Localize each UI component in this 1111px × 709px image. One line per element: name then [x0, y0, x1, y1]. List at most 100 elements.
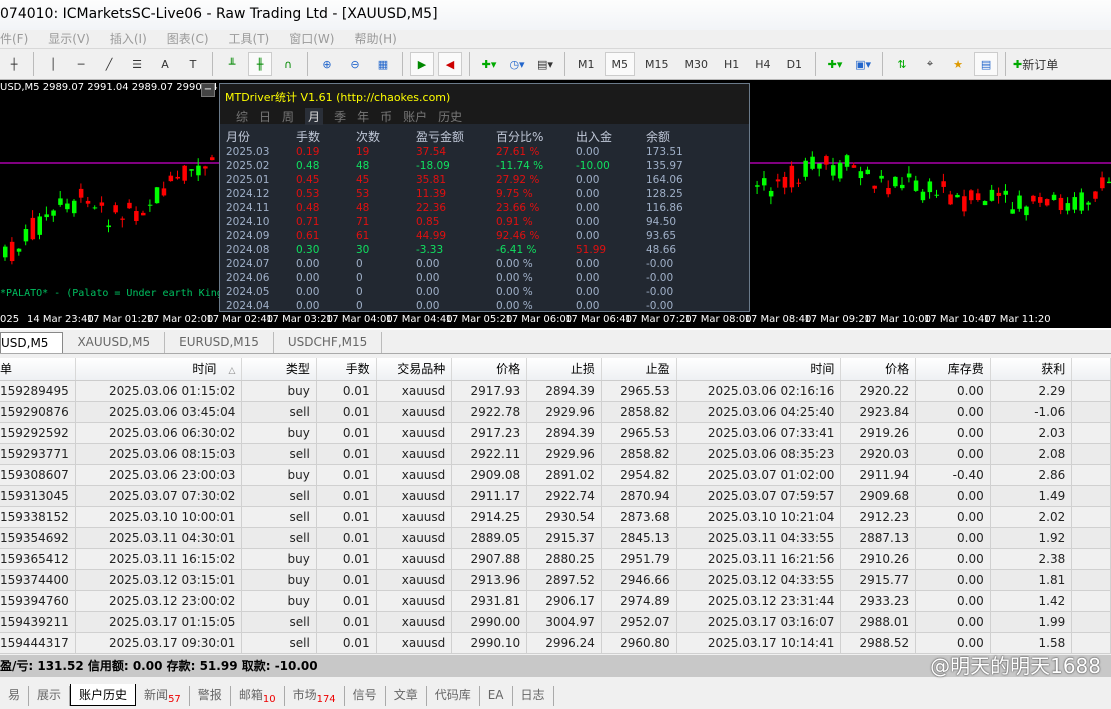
terminal-tab[interactable]: 日志	[513, 686, 554, 706]
text-label-icon[interactable]: T	[181, 52, 205, 76]
text-tool-icon[interactable]: A	[153, 52, 177, 76]
indicators-icon[interactable]: ✚▾	[477, 52, 501, 76]
profiles-icon[interactable]: ▣▾	[851, 52, 875, 76]
panel-tab[interactable]: 年	[357, 108, 369, 125]
terminal-tab[interactable]: 代码库	[427, 686, 480, 706]
terminal-tab[interactable]: 文章	[386, 686, 427, 706]
tile-windows-icon[interactable]: ▦	[371, 52, 395, 76]
new-order-button[interactable]: ✚ 新订单	[1013, 52, 1058, 76]
chart-tab[interactable]: USD,M5	[0, 332, 64, 353]
autoscroll-icon[interactable]: ▶	[410, 52, 434, 76]
horizontal-line-icon[interactable]: ─	[69, 52, 93, 76]
trendline-icon[interactable]: ╱	[97, 52, 121, 76]
history-row[interactable]: 159365412 2025.03.11 16:15:02 buy 0.01 xauus…	[0, 548, 1111, 570]
templates-icon[interactable]: ▤▾	[533, 52, 557, 76]
panel-tab[interactable]: 历史	[438, 108, 462, 125]
timeframe-m30[interactable]: M30	[679, 52, 715, 76]
panel-tab[interactable]: 综	[236, 108, 248, 125]
chart-tab[interactable]: XAUUSD,M5	[63, 332, 166, 353]
timeframe-m15[interactable]: M15	[639, 52, 675, 76]
terminal-tab[interactable]: 新闻57	[136, 686, 190, 706]
panel-tab[interactable]: 币	[380, 108, 392, 125]
history-row[interactable]: 159308607 2025.03.06 23:00:03 buy 0.01 xauus…	[0, 464, 1111, 486]
history-header[interactable]: 时间 △	[75, 358, 243, 381]
timeframe-d1[interactable]: D1	[781, 52, 808, 76]
history-row[interactable]: 159394760 2025.03.12 23:00:02 buy 0.01 xauus…	[0, 590, 1111, 612]
menu-item[interactable]: 窗口(W)	[289, 30, 334, 48]
panel-tab[interactable]: 季	[334, 108, 346, 125]
panel-tab[interactable]: 账户	[403, 108, 427, 125]
terminal-tab[interactable]: 展示	[29, 686, 71, 706]
history-header[interactable]: 交易品种	[376, 358, 453, 381]
navigator-crosshair-icon[interactable]: ⌖	[918, 52, 942, 76]
history-row[interactable]: 159290876 2025.03.06 03:45:04 sell 0.01 xauu…	[0, 401, 1111, 423]
terminal-tab[interactable]: EA	[480, 686, 513, 706]
zoom-out-icon[interactable]: ⊖	[343, 52, 367, 76]
history-row[interactable]: 159292592 2025.03.06 06:30:02 buy 0.01 xauus…	[0, 422, 1111, 444]
history-header[interactable]: 类型	[241, 358, 317, 381]
terminal-tab[interactable]: 邮箱10	[231, 686, 285, 706]
vertical-line-icon[interactable]: │	[41, 52, 65, 76]
panel-tab[interactable]: 月	[305, 108, 324, 125]
line-chart-icon[interactable]: ∩	[276, 52, 300, 76]
history-row[interactable]: 159289495 2025.03.06 01:15:02 buy 0.01 xauus…	[0, 380, 1111, 402]
price-chart[interactable]: USD,M5 2989.07 2991.04 2989.07 2990.84 −…	[0, 80, 1111, 312]
history-header[interactable]: 获利	[990, 358, 1073, 381]
chart-tab[interactable]: USDCHF,M15	[274, 332, 383, 353]
sort-indicator-icon: △	[228, 366, 236, 377]
menu-item[interactable]: 件(F)	[0, 30, 28, 48]
panel-minimize-button[interactable]: −	[201, 83, 215, 97]
panel-tab[interactable]: 日	[259, 108, 271, 125]
terminal-tab[interactable]: 易	[0, 686, 30, 706]
timeframe-h1[interactable]: H1	[718, 52, 745, 76]
bar-chart-icon[interactable]: ╨	[220, 52, 244, 76]
chart-tab[interactable]: EURUSD,M15	[165, 332, 274, 353]
favorites-star-icon[interactable]: ★	[946, 52, 970, 76]
terminal-tab[interactable]: 账户历史	[70, 684, 137, 706]
candle-chart-icon[interactable]: ╫	[248, 52, 272, 76]
history-row[interactable]: 159354692 2025.03.11 04:30:01 sell 0.01 xauu…	[0, 527, 1111, 549]
zoom-in-icon[interactable]: ⊕	[315, 52, 339, 76]
fibonacci-icon[interactable]: ☰	[125, 52, 149, 76]
terminal-tab[interactable]: 市场174	[285, 686, 345, 706]
timeframe-m5[interactable]: M5	[604, 52, 635, 76]
candle	[927, 181, 933, 193]
history-row[interactable]: 159374400 2025.03.12 03:15:01 buy 0.01 xauus…	[0, 569, 1111, 591]
history-cell: 2025.03.07 01:02:00	[676, 464, 842, 486]
menu-item[interactable]: 帮助(H)	[354, 30, 396, 48]
menu-item[interactable]: 显示(V)	[48, 30, 90, 48]
candle	[803, 160, 808, 177]
chart-shift-icon[interactable]: ◀	[438, 52, 462, 76]
history-header[interactable]	[1071, 358, 1111, 381]
history-header[interactable]: 价格	[840, 358, 917, 381]
panel-tab[interactable]: 周	[282, 108, 294, 125]
candle	[141, 212, 146, 216]
history-cell: xauusd	[376, 569, 453, 591]
history-header[interactable]: 止盈	[601, 358, 677, 381]
history-header[interactable]: 止损	[526, 358, 602, 381]
terminal-tab[interactable]: 信号	[345, 686, 386, 706]
crosshair-icon[interactable]: ┼	[2, 52, 26, 76]
new-chart-icon[interactable]: ✚▾	[823, 52, 847, 76]
history-row[interactable]: 159439211 2025.03.17 01:15:05 sell 0.01 xauu…	[0, 611, 1111, 633]
history-cell: 2917.93	[451, 380, 528, 402]
history-header[interactable]: 库存费	[915, 358, 991, 381]
history-row[interactable]: 159313045 2025.03.07 07:30:02 sell 0.01 xauu…	[0, 485, 1111, 507]
history-header[interactable]: 时间	[676, 358, 842, 381]
timeframe-h4[interactable]: H4	[749, 52, 776, 76]
history-cell: sell	[241, 443, 317, 465]
menu-item[interactable]: 图表(C)	[167, 30, 209, 48]
history-row[interactable]: 159293771 2025.03.06 08:15:03 sell 0.01 xauu…	[0, 443, 1111, 465]
history-header[interactable]: 价格	[451, 358, 528, 381]
timeframe-m1[interactable]: M1	[572, 52, 601, 76]
history-row[interactable]: 159338152 2025.03.10 10:00:01 sell 0.01 xauu…	[0, 506, 1111, 528]
periods-clock-icon[interactable]: ◷▾	[505, 52, 529, 76]
history-cell: sell	[241, 485, 317, 507]
market-watch-icon[interactable]: ⇅	[890, 52, 914, 76]
menu-item[interactable]: 工具(T)	[229, 30, 270, 48]
history-header[interactable]: 手数	[316, 358, 377, 381]
terminal-tab[interactable]: 警报	[190, 686, 231, 706]
history-header[interactable]: 单	[0, 358, 76, 381]
menu-item[interactable]: 插入(I)	[110, 30, 147, 48]
terminal-icon[interactable]: ▤	[974, 52, 999, 76]
